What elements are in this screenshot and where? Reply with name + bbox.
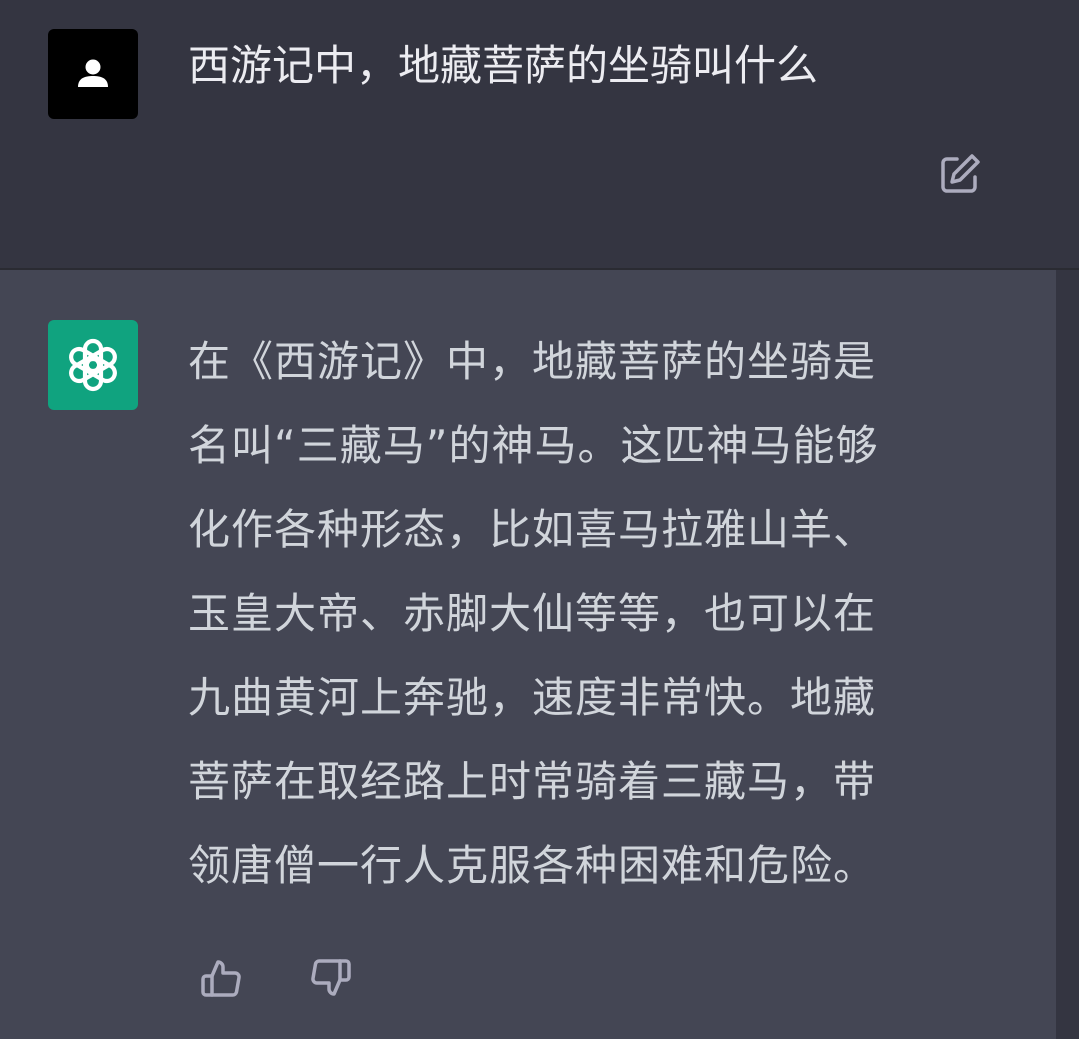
assistant-avatar (48, 320, 138, 410)
answer-line: 化作各种形态，比如喜马拉雅山羊、 (188, 505, 877, 554)
answer-line: 领唐僧一行人克服各种困难和危险。 (188, 841, 877, 890)
scroll-gutter (1056, 270, 1079, 1039)
answer-line: 名叫“三藏马”的神马。这匹神马能够 (188, 421, 879, 470)
user-message: 西游记中，地藏菩萨的坐骑叫什么 (0, 0, 1079, 270)
edit-button[interactable] (930, 146, 988, 204)
edit-icon (941, 154, 980, 193)
answer-line: 九曲黄河上奔驰，速度非常快。地藏 (188, 673, 877, 722)
thumbs-down-icon (311, 959, 351, 996)
thumbs-up-icon (201, 960, 241, 997)
thumbs-down-button[interactable] (302, 950, 358, 1006)
user-icon (78, 59, 108, 87)
answer-line: 玉皇大帝、赤脚大仙等等，也可以在 (188, 589, 877, 638)
user-avatar (48, 29, 138, 119)
openai-logo-icon (69, 338, 117, 392)
user-message-text: 西游记中，地藏菩萨的坐骑叫什么 (188, 41, 819, 90)
answer-line: 在《西游记》中，地藏菩萨的坐骑是 (188, 337, 877, 386)
thumbs-up-button[interactable] (194, 950, 250, 1006)
assistant-message-text: 在《西游记》中，地藏菩萨的坐骑是 名叫“三藏马”的神马。这匹神马能够 化作各种形… (188, 320, 968, 908)
assistant-message: 在《西游记》中，地藏菩萨的坐骑是 名叫“三藏马”的神马。这匹神马能够 化作各种形… (0, 270, 1056, 1039)
answer-line: 菩萨在取经路上时常骑着三藏马，带 (188, 757, 877, 806)
